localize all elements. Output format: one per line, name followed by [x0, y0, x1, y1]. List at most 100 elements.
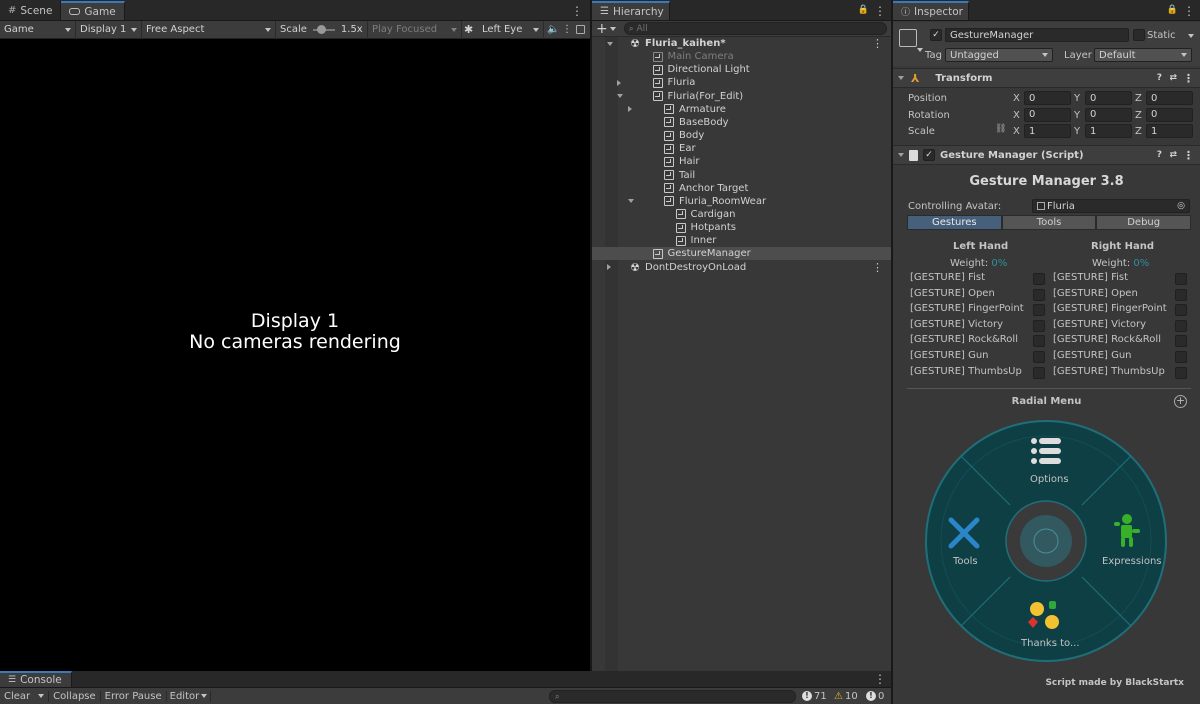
layer-dropdown[interactable]: Default — [1094, 48, 1192, 62]
clear-button[interactable]: Clear — [0, 690, 50, 702]
transform-foldout-icon[interactable] — [898, 76, 904, 80]
add-button[interactable]: + — [596, 21, 620, 37]
transform-y-field[interactable]: 0 — [1085, 91, 1132, 105]
hierarchy-item[interactable]: Anchor Target — [592, 182, 891, 195]
script-enabled-checkbox[interactable]: ✓ — [923, 149, 935, 161]
tab-inspector[interactable]: ⓘ Inspector — [893, 1, 969, 20]
hierarchy-search[interactable]: ⌕ All — [624, 22, 887, 35]
hierarchy-item[interactable]: Hair — [592, 155, 891, 168]
hierarchy-item[interactable]: Hotpants — [592, 221, 891, 234]
active-checkbox[interactable]: ✓ — [930, 29, 942, 41]
help-icon[interactable]: ? — [1157, 73, 1162, 83]
tab-game[interactable]: Game — [61, 1, 125, 20]
hierarchy-item[interactable]: Cardigan — [592, 208, 891, 221]
expand-right-icon[interactable] — [628, 106, 632, 113]
game-view[interactable]: Display 1 No cameras rendering — [0, 39, 590, 671]
right-gesture-checkbox[interactable] — [1175, 335, 1187, 348]
aspect-dropdown[interactable]: Free Aspect — [142, 20, 276, 39]
tab-debug[interactable]: Debug — [1096, 215, 1192, 230]
warning-count-toggle[interactable]: ⚠ 10 — [834, 691, 858, 702]
right-gesture-checkbox[interactable] — [1175, 351, 1187, 363]
expand-right-icon[interactable] — [607, 264, 611, 271]
transform-z-field[interactable]: 0 — [1146, 107, 1193, 122]
hierarchy-item[interactable]: Tail — [592, 169, 891, 182]
static-checkbox[interactable] — [1133, 29, 1145, 41]
gesture-manager-header[interactable]: ✓ Gesture Manager (Script) ? ⇄ ⋮ — [893, 145, 1200, 165]
script-help-icon[interactable]: ? — [1157, 150, 1162, 160]
mute-toggle[interactable]: 🔈 — [544, 21, 560, 39]
script-menu-icon[interactable]: ⋮ — [1183, 149, 1194, 162]
expand-down-icon[interactable] — [607, 41, 613, 46]
stats-toggle[interactable]: ⋮ — [560, 21, 574, 39]
right-gesture-checkbox[interactable] — [1175, 273, 1187, 285]
error-pause-button[interactable]: Error Pause — [101, 690, 167, 702]
scene-menu-icon[interactable]: ⋮ — [872, 261, 883, 274]
transform-y-field[interactable]: 0 — [1085, 107, 1132, 122]
expand-down-icon[interactable] — [616, 94, 623, 99]
tab-console[interactable]: ☰ Console — [0, 671, 72, 687]
console-search[interactable]: ⌕ — [549, 689, 796, 703]
radial-center[interactable] — [1020, 515, 1072, 567]
left-gesture-checkbox[interactable] — [1033, 351, 1045, 363]
tag-dropdown[interactable]: Untagged — [945, 48, 1053, 62]
hierarchy-item[interactable]: ☢ Fluria_kaihen* ⋮ — [592, 37, 891, 50]
left-gesture-checkbox[interactable] — [1033, 366, 1045, 379]
transform-header[interactable]: ⅄ Transform ? ⇄ ⋮ — [893, 68, 1200, 88]
error-count-toggle[interactable]: ! 0 — [866, 691, 884, 702]
console-menu-icon[interactable]: ⋮ — [874, 672, 886, 686]
icon-dropdown-icon[interactable] — [917, 48, 923, 52]
left-gesture-checkbox[interactable] — [1033, 335, 1045, 348]
hierarchy-item[interactable]: Directional Light — [592, 63, 891, 76]
hierarchy-item[interactable]: Fluria(For_Edit) — [592, 90, 891, 103]
expand-right-icon[interactable] — [616, 79, 621, 86]
hierarchy-menu-icon[interactable]: ⋮ — [874, 4, 886, 18]
script-foldout-icon[interactable] — [898, 153, 904, 157]
inspector-lock-icon[interactable]: 🔒 — [1167, 5, 1178, 15]
object-name-field[interactable]: GestureManager — [945, 28, 1129, 42]
transform-z-field[interactable]: 0 — [1146, 91, 1193, 105]
game-menu-icon[interactable]: ⋮ — [571, 4, 583, 18]
collapse-button[interactable]: Collapse — [49, 690, 101, 702]
hierarchy-item[interactable]: GestureManager — [592, 247, 891, 261]
display-dropdown[interactable]: Display 1 — [76, 20, 142, 39]
editor-dropdown[interactable]: Editor — [167, 690, 212, 702]
hierarchy-item[interactable]: Armature — [592, 103, 891, 116]
hierarchy-item[interactable]: BaseBody — [592, 116, 891, 129]
radial-menu[interactable] — [924, 419, 1168, 663]
tab-scene[interactable]: # Scene — [0, 1, 62, 20]
scale-slider-thumb[interactable] — [316, 24, 326, 34]
left-gesture-checkbox[interactable] — [1033, 319, 1045, 332]
tab-tools[interactable]: Tools — [1001, 215, 1097, 230]
scale-slider[interactable] — [312, 24, 335, 34]
transform-x-field[interactable]: 1 — [1024, 124, 1071, 138]
object-picker-icon[interactable]: ◎ — [1177, 201, 1185, 211]
preset-icon[interactable]: ⇄ — [1169, 73, 1177, 83]
hierarchy-item[interactable]: ☢ DontDestroyOnLoad ⋮ — [592, 261, 891, 274]
hierarchy-item[interactable]: Fluria — [592, 76, 891, 89]
tab-gestures[interactable]: Gestures — [907, 215, 1002, 230]
log-count-toggle[interactable]: ! 71 — [802, 691, 827, 702]
hierarchy-item[interactable]: Ear — [592, 142, 891, 155]
transform-z-field[interactable]: 1 — [1146, 124, 1193, 138]
right-gesture-checkbox[interactable] — [1175, 319, 1187, 332]
controlling-avatar-field[interactable]: Fluria ◎ — [1032, 199, 1190, 213]
tab-hierarchy[interactable]: ☰ Hierarchy — [592, 1, 670, 20]
transform-y-field[interactable]: 1 — [1085, 124, 1132, 138]
hierarchy-item[interactable]: Fluria_RoomWear — [592, 195, 891, 208]
script-preset-icon[interactable]: ⇄ — [1169, 150, 1177, 160]
right-gesture-checkbox[interactable] — [1175, 366, 1187, 379]
gizmos-toggle[interactable] — [574, 21, 590, 39]
inspector-menu-icon[interactable]: ⋮ — [1183, 4, 1195, 18]
left-gesture-checkbox[interactable] — [1033, 273, 1045, 285]
constrain-proportions-icon[interactable]: ⛓ — [995, 124, 1006, 134]
expand-down-icon[interactable] — [628, 199, 634, 204]
lock-icon[interactable]: 🔒 — [858, 5, 869, 15]
scene-menu-icon[interactable]: ⋮ — [872, 37, 883, 50]
transform-x-field[interactable]: 0 — [1024, 91, 1071, 105]
eye-dropdown[interactable]: Left Eye — [478, 20, 544, 39]
hierarchy-item[interactable]: Inner — [592, 234, 891, 247]
hierarchy-item[interactable]: Body — [592, 129, 891, 142]
game-mode-dropdown[interactable]: Game — [0, 20, 76, 39]
right-gesture-checkbox[interactable] — [1175, 304, 1187, 317]
scale-control[interactable]: Scale 1.5x — [276, 20, 368, 39]
